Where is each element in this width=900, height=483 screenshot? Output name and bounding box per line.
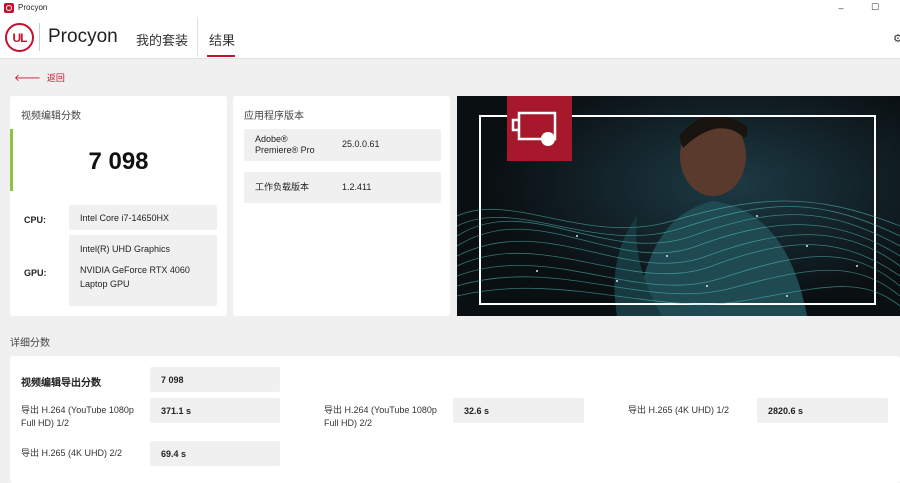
tab-my-suites[interactable]: 我的套装 <box>136 30 188 49</box>
app-version-panel: 应用程序版本 Adobe® Premiere® Pro 25.0.0.61 工作负… <box>233 96 450 316</box>
maximize-button[interactable]: ☐ <box>860 0 890 15</box>
gpu-value-box: Intel(R) UHD Graphics NVIDIA GeForce RTX… <box>69 235 217 306</box>
minimize-button[interactable]: – <box>826 0 856 15</box>
gear-icon[interactable]: ⚙ <box>893 32 900 45</box>
nav-divider <box>197 17 198 57</box>
active-tab-indicator <box>207 55 235 57</box>
detail-item-label: 导出 H.265 (4K UHD) 1/2 <box>628 405 730 415</box>
detail-item-label: 导出 H.264 (YouTube 1080p Full HD) 2/2 <box>324 405 437 428</box>
window-titlebar: Procyon – ☐ <box>0 0 900 15</box>
workload-version-row: 工作负载版本 1.2.411 <box>244 172 441 203</box>
details-panel: 视频编辑导出分数 7 098 导出 H.264 (YouTube 1080p F… <box>10 356 900 483</box>
tab-results[interactable]: 结果 <box>209 30 235 49</box>
export-score-value: 7 098 <box>150 367 280 392</box>
gpu-label: GPU: <box>24 268 47 278</box>
back-label: 返回 <box>46 73 65 83</box>
detail-item-value: 2820.6 s <box>757 398 888 423</box>
gpu-value: Laptop GPU <box>80 279 130 289</box>
detail-item-value: 371.1 s <box>150 398 280 423</box>
app-icon <box>4 2 14 13</box>
detail-item-label: 导出 H.264 (YouTube 1080p Full HD) 1/2 <box>21 405 134 428</box>
detail-item-value: 69.4 s <box>150 441 280 466</box>
hero-image <box>457 96 900 316</box>
brand-name: Procyon <box>48 26 118 47</box>
workload-label: 工作负载版本 <box>255 182 310 192</box>
workload-version: 1.2.411 <box>342 182 372 192</box>
app-header: UL Procyon 我的套装 结果 ⚙ <box>0 15 900 59</box>
gpu-value: NVIDIA GeForce RTX 4060 <box>80 265 190 275</box>
premiere-version-row: Adobe® Premiere® Pro 25.0.0.61 <box>244 129 441 161</box>
back-link[interactable]: 🡐 返回 <box>14 71 65 84</box>
score-panel-title: 视频编辑分数 <box>21 111 81 122</box>
score-panel: 视频编辑分数 7 098 CPU: Intel Core i7-14650HX … <box>10 96 227 316</box>
premiere-label: Adobe® Premiere® Pro <box>255 134 315 155</box>
overall-score: 7 098 <box>88 148 149 175</box>
cpu-value: Intel Core i7-14650HX <box>69 205 217 230</box>
detail-item-value: 32.6 s <box>453 398 584 423</box>
ul-logo: UL <box>5 23 34 52</box>
cpu-label: CPU: <box>24 215 46 225</box>
gpu-value: Intel(R) UHD Graphics <box>80 244 171 254</box>
arrow-left-icon: 🡐 <box>14 72 41 84</box>
details-section-title: 详细分数 <box>10 338 50 349</box>
premiere-version: 25.0.0.61 <box>342 139 380 149</box>
app-panel-title: 应用程序版本 <box>244 111 304 122</box>
logo-divider <box>39 23 40 51</box>
export-score-label: 视频编辑导出分数 <box>21 378 101 389</box>
window-title: Procyon <box>18 3 48 12</box>
detail-item-label: 导出 H.265 (4K UHD) 2/2 <box>21 448 123 458</box>
hero-artwork <box>457 96 900 316</box>
procyon-video-icon <box>507 96 572 161</box>
